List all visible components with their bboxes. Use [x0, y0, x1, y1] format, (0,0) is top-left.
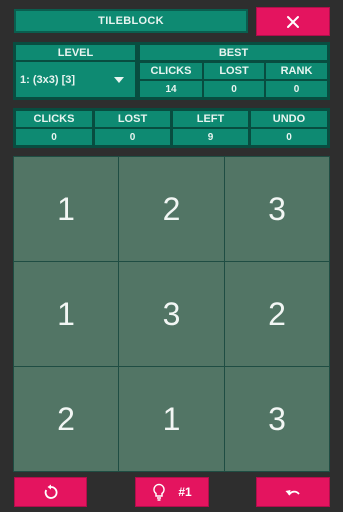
level-select[interactable]: 1: (3x3) [3]	[16, 62, 135, 97]
app-title: TILEBLOCK	[14, 9, 248, 33]
tile-number: 3	[268, 400, 286, 437]
tile-number: 2	[57, 400, 75, 437]
tile-r1-c3[interactable]: 3	[225, 157, 329, 261]
level-label: LEVEL	[57, 46, 94, 59]
tile-number: 1	[57, 190, 75, 227]
tile-number: 3	[162, 295, 181, 332]
app-title-text: TILEBLOCK	[98, 15, 164, 27]
hint-label: #1	[178, 485, 192, 499]
hint-button[interactable]: #1	[135, 477, 209, 507]
restart-icon	[44, 484, 57, 499]
level-header: LEVEL	[16, 45, 135, 60]
stats-undo-value: 0	[251, 129, 327, 145]
stats-left-header: LEFT	[173, 111, 248, 127]
tile-number: 1	[162, 400, 181, 437]
lightbulb-icon	[153, 483, 166, 501]
best-rank-number: 0	[293, 83, 300, 95]
level-selected-value: 1: (3x3) [3]	[20, 73, 76, 86]
undo-icon	[285, 490, 300, 496]
stats-undo-label: UNDO	[272, 113, 306, 125]
tile-r2-c3[interactable]: 2	[225, 262, 329, 366]
best-rank-header: RANK	[266, 63, 327, 79]
tile-r2-c1[interactable]: 1	[14, 262, 118, 366]
stats-undo-number: 0	[286, 131, 292, 143]
best-clicks-label: CLICKS	[150, 65, 192, 77]
stats-clicks-header: CLICKS	[16, 111, 92, 127]
undo-button[interactable]	[256, 477, 330, 507]
stats-lost-number: 0	[129, 131, 136, 143]
stats-lost-value: 0	[95, 129, 170, 145]
stats-clicks-value: 0	[16, 129, 92, 145]
best-clicks-number: 14	[165, 83, 177, 95]
tile-r3-c2[interactable]: 1	[119, 367, 224, 471]
tile-number: 3	[268, 190, 286, 227]
close-icon	[287, 15, 299, 28]
stats-left-label: LEFT	[196, 113, 225, 125]
tile-r2-c2[interactable]: 3	[119, 262, 224, 366]
tile-number: 1	[57, 295, 75, 332]
restart-button[interactable]	[14, 477, 87, 507]
close-button[interactable]	[256, 7, 330, 36]
tile-number: 2	[268, 295, 286, 332]
stats-lost-header: LOST	[95, 111, 170, 127]
tile-r3-c1[interactable]: 2	[14, 367, 118, 471]
best-lost-number: 0	[231, 83, 237, 95]
stats-undo-header: UNDO	[251, 111, 327, 127]
game-board: 1 2 3 1 3 2 2 1 3	[13, 156, 330, 472]
best-rank-value: 0	[266, 81, 327, 97]
tile-number: 2	[162, 190, 181, 227]
tile-r3-c3[interactable]: 3	[225, 367, 329, 471]
dropdown-arrow-icon	[114, 77, 124, 83]
stats-clicks-number: 0	[51, 131, 57, 143]
stats-clicks-label: CLICKS	[33, 113, 75, 125]
stats-left-number: 9	[207, 131, 214, 143]
stats-left-value: 9	[173, 129, 248, 145]
stats-lost-label: LOST	[117, 113, 148, 125]
best-header: BEST	[140, 45, 327, 60]
best-clicks-value: 14	[140, 81, 202, 97]
best-label: BEST	[218, 46, 249, 59]
best-lost-header: LOST	[204, 63, 264, 79]
best-rank-label: RANK	[280, 65, 313, 77]
best-clicks-header: CLICKS	[140, 63, 202, 79]
best-lost-label: LOST	[219, 65, 249, 77]
best-lost-value: 0	[204, 81, 264, 97]
tile-r1-c2[interactable]: 2	[119, 157, 224, 261]
tile-r1-c1[interactable]: 1	[14, 157, 118, 261]
